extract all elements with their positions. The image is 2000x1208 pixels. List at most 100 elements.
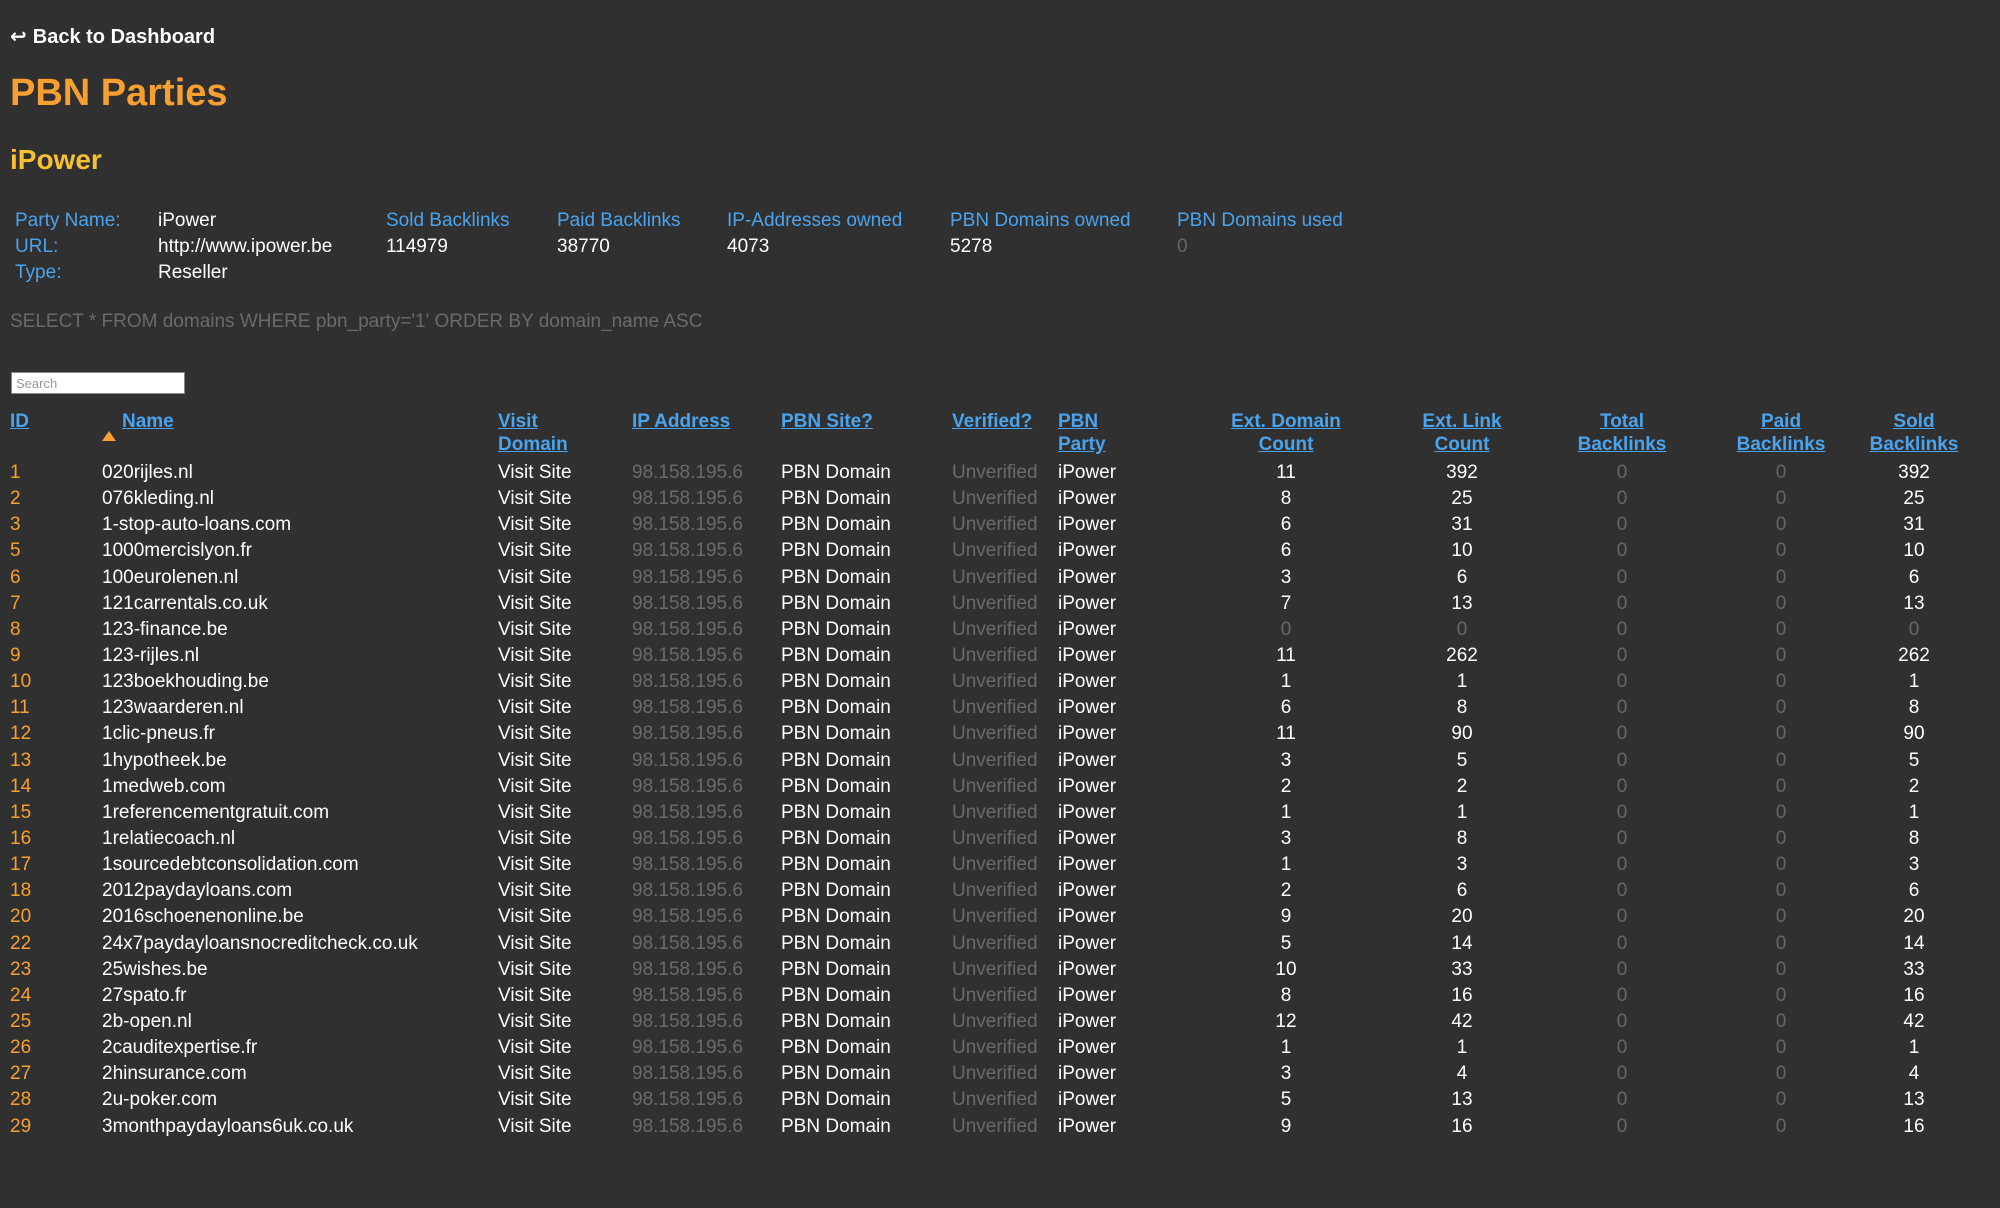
cell-domain-name[interactable]: 1referencementgratuit.com [102,800,498,826]
cell-id[interactable]: 20 [10,904,102,930]
table-row[interactable]: 7 121carrentals.co.uk Visit Site 98.158.195… [10,591,1970,617]
header-name[interactable]: Name [102,410,498,460]
cell-id[interactable]: 7 [10,591,102,617]
cell-id[interactable]: 16 [10,826,102,852]
visit-site-link[interactable]: Visit Site [498,748,632,774]
table-row[interactable]: 10 123boekhouding.be Visit Site 98.158.195.… [10,669,1970,695]
cell-domain-name[interactable]: 2016schoenenonline.be [102,904,498,930]
cell-pbn-party[interactable]: iPower [1058,904,1188,930]
visit-site-link[interactable]: Visit Site [498,565,632,591]
cell-id[interactable]: 27 [10,1061,102,1087]
header-id[interactable]: ID [10,410,102,460]
cell-domain-name[interactable]: 2u-poker.com [102,1087,498,1113]
cell-id[interactable]: 24 [10,983,102,1009]
table-row[interactable]: 29 3monthpaydayloans6uk.co.uk Visit Site 98… [10,1114,1970,1140]
visit-site-link[interactable]: Visit Site [498,1009,632,1035]
header-ip-address[interactable]: IP Address [632,410,781,460]
table-row[interactable]: 11 123waarderen.nl Visit Site 98.158.195.6 P… [10,695,1970,721]
cell-domain-name[interactable]: 2hinsurance.com [102,1061,498,1087]
cell-pbn-party[interactable]: iPower [1058,565,1188,591]
visit-site-link[interactable]: Visit Site [498,669,632,695]
cell-id[interactable]: 9 [10,643,102,669]
search-input[interactable] [11,372,185,394]
table-row[interactable]: 25 2b-open.nl Visit Site 98.158.195.6 PBN Do… [10,1009,1970,1035]
table-row[interactable]: 13 1hypotheek.be Visit Site 98.158.195.6 PBN… [10,748,1970,774]
cell-pbn-party[interactable]: iPower [1058,695,1188,721]
header-sold-backlinks[interactable]: Sold Backlinks [1858,410,1970,460]
cell-id[interactable]: 25 [10,1009,102,1035]
cell-id[interactable]: 13 [10,748,102,774]
cell-id[interactable]: 26 [10,1035,102,1061]
cell-pbn-party[interactable]: iPower [1058,983,1188,1009]
visit-site-link[interactable]: Visit Site [498,1061,632,1087]
cell-domain-name[interactable]: 1000mercislyon.fr [102,538,498,564]
table-row[interactable]: 17 1sourcedebtconsolidation.com Visit Site… [10,852,1970,878]
cell-domain-name[interactable]: 076kleding.nl [102,486,498,512]
cell-domain-name[interactable]: 2012paydayloans.com [102,878,498,904]
cell-pbn-party[interactable]: iPower [1058,800,1188,826]
table-row[interactable]: 27 2hinsurance.com Visit Site 98.158.195.6 P… [10,1061,1970,1087]
table-row[interactable]: 6 100eurolenen.nl Visit Site 98.158.195.6 PB… [10,565,1970,591]
table-row[interactable]: 8 123-finance.be Visit Site 98.158.195.6 PBN… [10,617,1970,643]
visit-site-link[interactable]: Visit Site [498,512,632,538]
table-row[interactable]: 1 020rijles.nl Visit Site 98.158.195.6 PBN D… [10,460,1970,486]
cell-id[interactable]: 23 [10,957,102,983]
cell-domain-name[interactable]: 1sourcedebtconsolidation.com [102,852,498,878]
cell-id[interactable]: 2 [10,486,102,512]
table-row[interactable]: 22 24x7paydayloansnocreditcheck.co.uk Visi… [10,931,1970,957]
table-row[interactable]: 15 1referencementgratuit.com Visit Site 98.… [10,800,1970,826]
table-row[interactable]: 12 1clic-pneus.fr Visit Site 98.158.195.6 PB… [10,721,1970,747]
back-to-dashboard-link[interactable]: ↩ Back to Dashboard [10,24,215,49]
cell-pbn-party[interactable]: iPower [1058,538,1188,564]
cell-pbn-party[interactable]: iPower [1058,643,1188,669]
cell-pbn-party[interactable]: iPower [1058,957,1188,983]
cell-pbn-party[interactable]: iPower [1058,591,1188,617]
table-row[interactable]: 2 076kleding.nl Visit Site 98.158.195.6 PBN … [10,486,1970,512]
cell-id[interactable]: 5 [10,538,102,564]
cell-domain-name[interactable]: 2cauditexpertise.fr [102,1035,498,1061]
visit-site-link[interactable]: Visit Site [498,852,632,878]
cell-domain-name[interactable]: 1medweb.com [102,774,498,800]
header-ext-domain-count[interactable]: Ext. Domain Count [1188,410,1384,460]
cell-id[interactable]: 29 [10,1114,102,1140]
visit-site-link[interactable]: Visit Site [498,1087,632,1113]
cell-id[interactable]: 8 [10,617,102,643]
cell-id[interactable]: 17 [10,852,102,878]
cell-pbn-party[interactable]: iPower [1058,721,1188,747]
cell-pbn-party[interactable]: iPower [1058,512,1188,538]
header-ext-link-count[interactable]: Ext. Link Count [1384,410,1540,460]
visit-site-link[interactable]: Visit Site [498,486,632,512]
table-row[interactable]: 5 1000mercislyon.fr Visit Site 98.158.195.6… [10,538,1970,564]
visit-site-link[interactable]: Visit Site [498,538,632,564]
cell-pbn-party[interactable]: iPower [1058,1009,1188,1035]
header-pbn-party[interactable]: PBN Party [1058,410,1188,460]
visit-site-link[interactable]: Visit Site [498,617,632,643]
cell-pbn-party[interactable]: iPower [1058,1035,1188,1061]
visit-site-link[interactable]: Visit Site [498,826,632,852]
cell-pbn-party[interactable]: iPower [1058,669,1188,695]
cell-domain-name[interactable]: 24x7paydayloansnocreditcheck.co.uk [102,931,498,957]
cell-id[interactable]: 28 [10,1087,102,1113]
header-pbn-site[interactable]: PBN Site? [781,410,952,460]
cell-domain-name[interactable]: 123boekhouding.be [102,669,498,695]
visit-site-link[interactable]: Visit Site [498,591,632,617]
visit-site-link[interactable]: Visit Site [498,695,632,721]
cell-domain-name[interactable]: 1hypotheek.be [102,748,498,774]
visit-site-link[interactable]: Visit Site [498,1114,632,1140]
cell-pbn-party[interactable]: iPower [1058,1061,1188,1087]
visit-site-link[interactable]: Visit Site [498,643,632,669]
table-row[interactable]: 16 1relatiecoach.nl Visit Site 98.158.195.6… [10,826,1970,852]
cell-domain-name[interactable]: 123-finance.be [102,617,498,643]
cell-pbn-party[interactable]: iPower [1058,931,1188,957]
cell-id[interactable]: 6 [10,565,102,591]
cell-pbn-party[interactable]: iPower [1058,826,1188,852]
cell-pbn-party[interactable]: iPower [1058,748,1188,774]
cell-id[interactable]: 10 [10,669,102,695]
visit-site-link[interactable]: Visit Site [498,931,632,957]
header-name-label[interactable]: Name [122,411,174,432]
visit-site-link[interactable]: Visit Site [498,460,632,486]
cell-domain-name[interactable]: 1-stop-auto-loans.com [102,512,498,538]
visit-site-link[interactable]: Visit Site [498,721,632,747]
table-row[interactable]: 18 2012paydayloans.com Visit Site 98.158.19… [10,878,1970,904]
cell-pbn-party[interactable]: iPower [1058,460,1188,486]
